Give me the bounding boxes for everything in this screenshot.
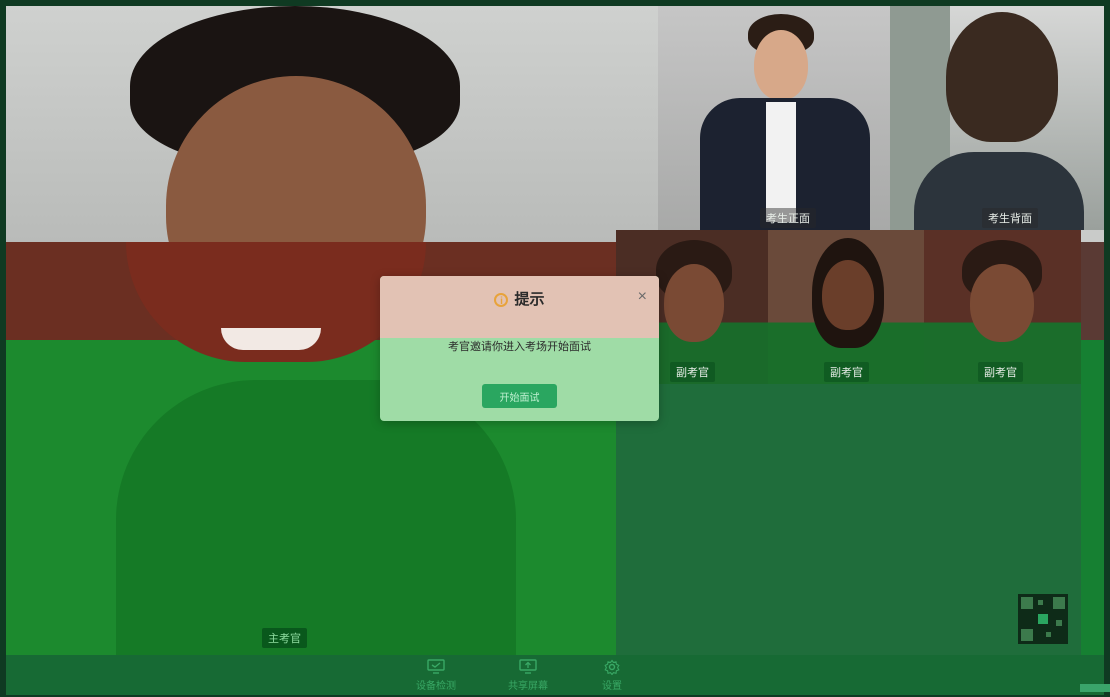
examiner-shirt [116, 380, 516, 670]
settings-label: 设置 [602, 681, 622, 692]
right-green-area [616, 340, 1081, 655]
close-icon[interactable]: × [638, 288, 647, 306]
interview-window: 考生正面 考生背面 副考官 副考官 副考官 主考官 设备检测 共享屏幕 设置 i… [6, 6, 1104, 695]
settings-button[interactable]: 设置 [582, 659, 642, 692]
gear-icon [604, 659, 620, 675]
share-screen-label: 共享屏幕 [508, 681, 548, 692]
dialog-title: i 提示 [380, 288, 659, 309]
vice-examiner-tile: 副考官 [768, 230, 924, 384]
vice-examiner-tile: 副考官 [924, 230, 1081, 384]
start-interview-button[interactable]: 开始面试 [482, 384, 557, 408]
dialog-title-text: 提示 [514, 291, 545, 308]
monitor-check-icon [427, 659, 445, 674]
device-check-label: 设备检测 [416, 681, 456, 692]
device-check-button[interactable]: 设备检测 [406, 659, 466, 692]
qr-code [1018, 594, 1068, 644]
main-examiner-label: 主考官 [262, 628, 307, 648]
candidate-back-video: 考生背面 [890, 6, 1104, 230]
info-icon: i [494, 293, 509, 308]
status-indicator-bar [1080, 684, 1110, 692]
examiner-smile [221, 328, 321, 350]
prompt-dialog: i 提示 × 考官邀请你进入考场开始面试 开始面试 [380, 276, 659, 421]
candidate-shirt [766, 102, 796, 222]
share-screen-button[interactable]: 共享屏幕 [498, 659, 558, 692]
bottom-toolbar: 设备检测 共享屏幕 设置 [6, 655, 1104, 695]
candidate-front-label: 考生正面 [760, 208, 816, 228]
candidate-back-label: 考生背面 [982, 208, 1038, 228]
screen-share-icon [519, 659, 537, 674]
candidate-front-video: 考生正面 [658, 6, 890, 230]
vice-examiner-tiles: 副考官 副考官 副考官 [616, 230, 1081, 384]
dialog-message: 考官邀请你进入考场开始面试 [448, 341, 591, 353]
main-examiner-video [6, 6, 658, 336]
